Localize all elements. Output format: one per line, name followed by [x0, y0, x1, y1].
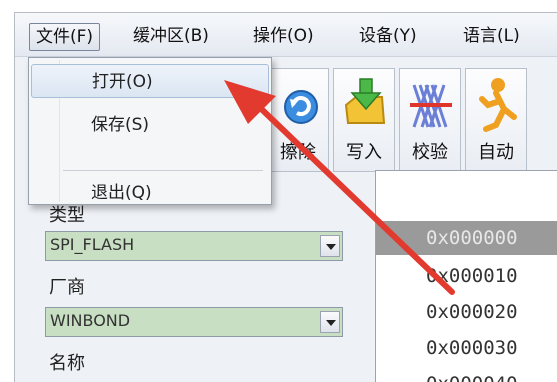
hex-row[interactable]: 0x000030	[376, 331, 557, 365]
chevron-down-icon[interactable]	[320, 235, 340, 257]
hex-row[interactable]: 0x000040	[376, 367, 557, 382]
type-value: SPI_FLASH	[50, 235, 135, 254]
hex-row[interactable]: 0x000010	[376, 259, 557, 293]
menu-item-open[interactable]: 打开(O)	[31, 64, 269, 98]
menu-device[interactable]: 设备(Y)	[353, 23, 423, 51]
auto-label: 自动	[478, 142, 514, 163]
menu-language[interactable]: 语言(L)	[457, 23, 526, 51]
verify-button[interactable]: 校验	[399, 68, 461, 172]
file-menu-dropdown: 打开(O) 保存(S) 退出(Q)	[28, 57, 272, 205]
erase-icon	[284, 90, 318, 124]
write-label: 写入	[346, 142, 382, 163]
menu-item-exit[interactable]: 退出(Q)	[31, 176, 269, 210]
menu-operation[interactable]: 操作(O)	[247, 23, 320, 51]
vendor-label: 厂商	[49, 277, 85, 298]
write-button[interactable]: 写入	[333, 68, 395, 172]
menu-item-save[interactable]: 保存(S)	[31, 108, 269, 142]
hex-view[interactable]: 0x000000 0x000010 0x000020 0x000030 0x00…	[375, 170, 557, 382]
menu-buffer[interactable]: 缓冲区(B)	[127, 23, 215, 51]
erase-label: 擦除	[280, 142, 316, 163]
hex-row[interactable]: 0x000020	[376, 295, 557, 329]
menu-bar: 文件(F) 缓冲区(B) 操作(O) 设备(Y) 语言(L)	[15, 13, 557, 57]
type-select[interactable]: SPI_FLASH	[45, 231, 343, 261]
auto-icon	[479, 78, 517, 132]
menu-separator	[63, 170, 263, 171]
name-label: 名称	[49, 353, 85, 374]
chevron-down-icon[interactable]	[320, 311, 340, 333]
vendor-value: WINBOND	[50, 311, 131, 330]
hex-row[interactable]: 0x000000	[376, 221, 557, 255]
verify-label: 校验	[412, 142, 448, 163]
write-icon	[344, 78, 386, 124]
erase-button[interactable]: 擦除	[267, 68, 329, 172]
auto-button[interactable]: 自动	[465, 68, 527, 172]
verify-icon	[410, 84, 452, 128]
menu-file[interactable]: 文件(F)	[29, 23, 101, 51]
vendor-select[interactable]: WINBOND	[45, 307, 343, 337]
